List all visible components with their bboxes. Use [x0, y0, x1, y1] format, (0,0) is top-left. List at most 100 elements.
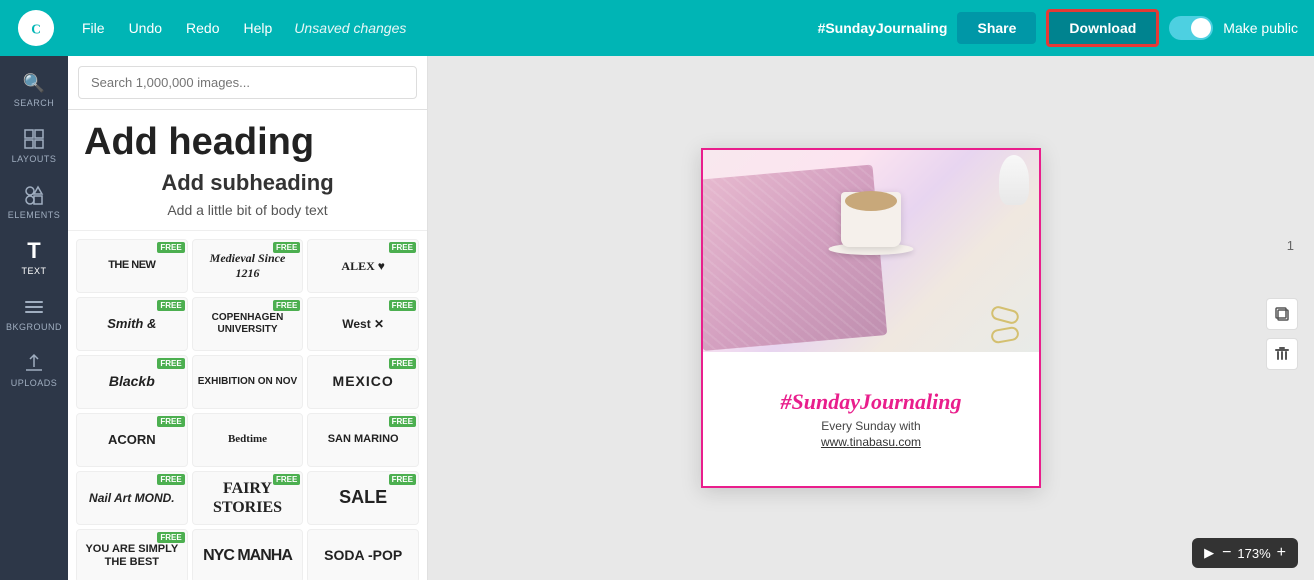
sidebar-uploads-label: UPLOADS: [11, 378, 58, 388]
sidebar-layouts-label: LAYOUTS: [12, 154, 57, 164]
svg-text:C: C: [31, 22, 41, 37]
free-badge-sanmarino: FREE: [389, 416, 416, 427]
font-item-bedtime[interactable]: Bedtime: [192, 413, 304, 467]
text-options: Add heading Add subheading Add a little …: [68, 110, 427, 231]
free-badge-the-new: FREE: [157, 242, 184, 253]
topnav: C File Undo Redo Help Unsaved changes #S…: [0, 0, 1314, 56]
redo-menu[interactable]: Redo: [176, 14, 229, 42]
font-item-the-new[interactable]: THE NEWFREE: [76, 239, 188, 293]
font-item-medieval[interactable]: Medieval Since 1216FREE: [192, 239, 304, 293]
delete-tool-button[interactable]: [1266, 338, 1298, 370]
sidebar-item-elements[interactable]: ELEMENTS: [4, 176, 64, 228]
font-label-sanmarino: SAN MARINO: [328, 433, 399, 446]
font-label-sodapop: SODA -POP: [324, 547, 402, 564]
font-label-copenhagen: COPENHAGEN UNIVERSITY: [197, 312, 299, 336]
sidebar-item-search[interactable]: 🔍 SEARCH: [4, 64, 64, 116]
free-badge-copenhagen: FREE: [273, 300, 300, 311]
search-icon: 🔍: [23, 72, 45, 94]
free-badge-medieval: FREE: [273, 242, 300, 253]
paperclips: [991, 308, 1019, 342]
font-item-exhibition[interactable]: EXHIBITION ON NOV: [192, 355, 304, 409]
add-body-button[interactable]: Add a little bit of body text: [84, 202, 411, 218]
help-menu[interactable]: Help: [234, 14, 283, 42]
unsaved-changes-label: Unsaved changes: [294, 20, 406, 36]
font-item-west[interactable]: West ✕FREE: [307, 297, 419, 351]
font-label-acorn: ACORN: [108, 432, 156, 448]
text-icon: T: [23, 240, 45, 262]
free-badge-acorn: FREE: [157, 416, 184, 427]
font-item-sanmarino[interactable]: SAN MARINO FREE: [307, 413, 419, 467]
font-label-medieval: Medieval Since 1216: [197, 251, 299, 280]
uploads-icon: [23, 352, 45, 374]
sidebar-search-label: SEARCH: [14, 98, 55, 108]
free-badge-sale: FREE: [389, 474, 416, 485]
canva-logo[interactable]: C: [16, 8, 56, 48]
font-item-fairy[interactable]: FAIRY STORIESFREE: [192, 471, 304, 525]
nav-right: #SundayJournaling Share Download Make pu…: [818, 9, 1298, 47]
layouts-icon: [23, 128, 45, 150]
add-subheading-button[interactable]: Add subheading: [84, 170, 411, 196]
font-item-alex[interactable]: ALEX ♥ FREE: [307, 239, 419, 293]
font-item-copenhagen[interactable]: COPENHAGEN UNIVERSITYFREE: [192, 297, 304, 351]
font-label-the-new: THE NEW: [108, 259, 155, 272]
font-item-best[interactable]: YOU ARE SIMPLY THE BESTFREE: [76, 529, 188, 580]
present-button[interactable]: ▶: [1204, 545, 1214, 561]
search-input[interactable]: [78, 66, 417, 99]
canvas-area: #SundayJournaling Every Sunday with www.…: [428, 56, 1314, 580]
zoom-in-button[interactable]: +: [1277, 544, 1286, 562]
zoom-controls: − 173% +: [1222, 544, 1286, 562]
add-heading-button[interactable]: Add heading: [84, 122, 411, 164]
sidebar-text-label: TEXT: [21, 266, 46, 276]
share-button[interactable]: Share: [957, 12, 1036, 44]
sidebar-background-label: BKGROUND: [6, 322, 62, 332]
background-icon: [23, 296, 45, 318]
undo-menu[interactable]: Undo: [119, 14, 172, 42]
font-label-sale: SALE: [339, 487, 387, 509]
zoom-level: 173%: [1237, 546, 1270, 561]
sidebar-elements-label: ELEMENTS: [8, 210, 61, 220]
design-card-text: #SundayJournaling Every Sunday with www.…: [703, 352, 1039, 486]
sidebar-item-uploads[interactable]: UPLOADS: [4, 344, 64, 396]
font-label-smith: Smith &: [107, 316, 156, 332]
free-badge-fairy: FREE: [273, 474, 300, 485]
elements-icon: [23, 184, 45, 206]
font-grid: THE NEWFREEMedieval Since 1216FREEALEX ♥…: [68, 231, 427, 580]
zoom-out-button[interactable]: −: [1222, 544, 1231, 562]
make-public-toggle[interactable]: [1169, 16, 1213, 40]
font-item-mexico[interactable]: MEXICO FREE: [307, 355, 419, 409]
font-label-west: West ✕: [342, 317, 384, 331]
font-label-exhibition: EXHIBITION ON NOV: [198, 376, 297, 388]
font-item-nyc[interactable]: NYC MANHA: [192, 529, 304, 580]
sidebar-item-background[interactable]: BKGROUND: [4, 288, 64, 340]
font-label-alex: ALEX ♥: [341, 259, 384, 273]
make-public-label: Make public: [1223, 20, 1298, 36]
sidebar-item-text[interactable]: T TEXT: [4, 232, 64, 284]
coffee-cup: [826, 165, 916, 255]
copy-tool-button[interactable]: [1266, 298, 1298, 330]
icon-sidebar: 🔍 SEARCH LAYOUTS ELEMENTS T TEXT BKGROUN…: [0, 56, 68, 580]
hashtag-label: #SundayJournaling: [818, 20, 948, 36]
font-item-nail[interactable]: Nail Art MOND.FREE: [76, 471, 188, 525]
design-subtitle: Every Sunday with: [821, 419, 920, 433]
canvas-tools: [1266, 298, 1298, 370]
font-label-bedtime: Bedtime: [228, 433, 267, 446]
design-card[interactable]: #SundayJournaling Every Sunday with www.…: [701, 148, 1041, 488]
design-url: www.tinabasu.com: [821, 435, 921, 449]
file-menu[interactable]: File: [72, 14, 115, 42]
free-badge-blackb: FREE: [157, 358, 184, 369]
font-item-sodapop[interactable]: SODA -POP: [307, 529, 419, 580]
sidebar-item-layouts[interactable]: LAYOUTS: [4, 120, 64, 172]
font-item-smith[interactable]: Smith &FREE: [76, 297, 188, 351]
free-badge-mexico: FREE: [389, 358, 416, 369]
font-label-mexico: MEXICO: [333, 373, 394, 390]
font-item-sale[interactable]: SALEFREE: [307, 471, 419, 525]
page-number: 1: [1287, 238, 1294, 253]
free-badge-alex: FREE: [389, 242, 416, 253]
search-bar: [68, 56, 427, 110]
font-item-blackb[interactable]: BlackbFREE: [76, 355, 188, 409]
download-button[interactable]: Download: [1046, 9, 1159, 47]
bottom-bar: ▶ − 173% +: [1192, 538, 1298, 568]
design-card-image: [703, 150, 1039, 352]
font-item-acorn[interactable]: ACORNFREE: [76, 413, 188, 467]
free-badge-nail: FREE: [157, 474, 184, 485]
